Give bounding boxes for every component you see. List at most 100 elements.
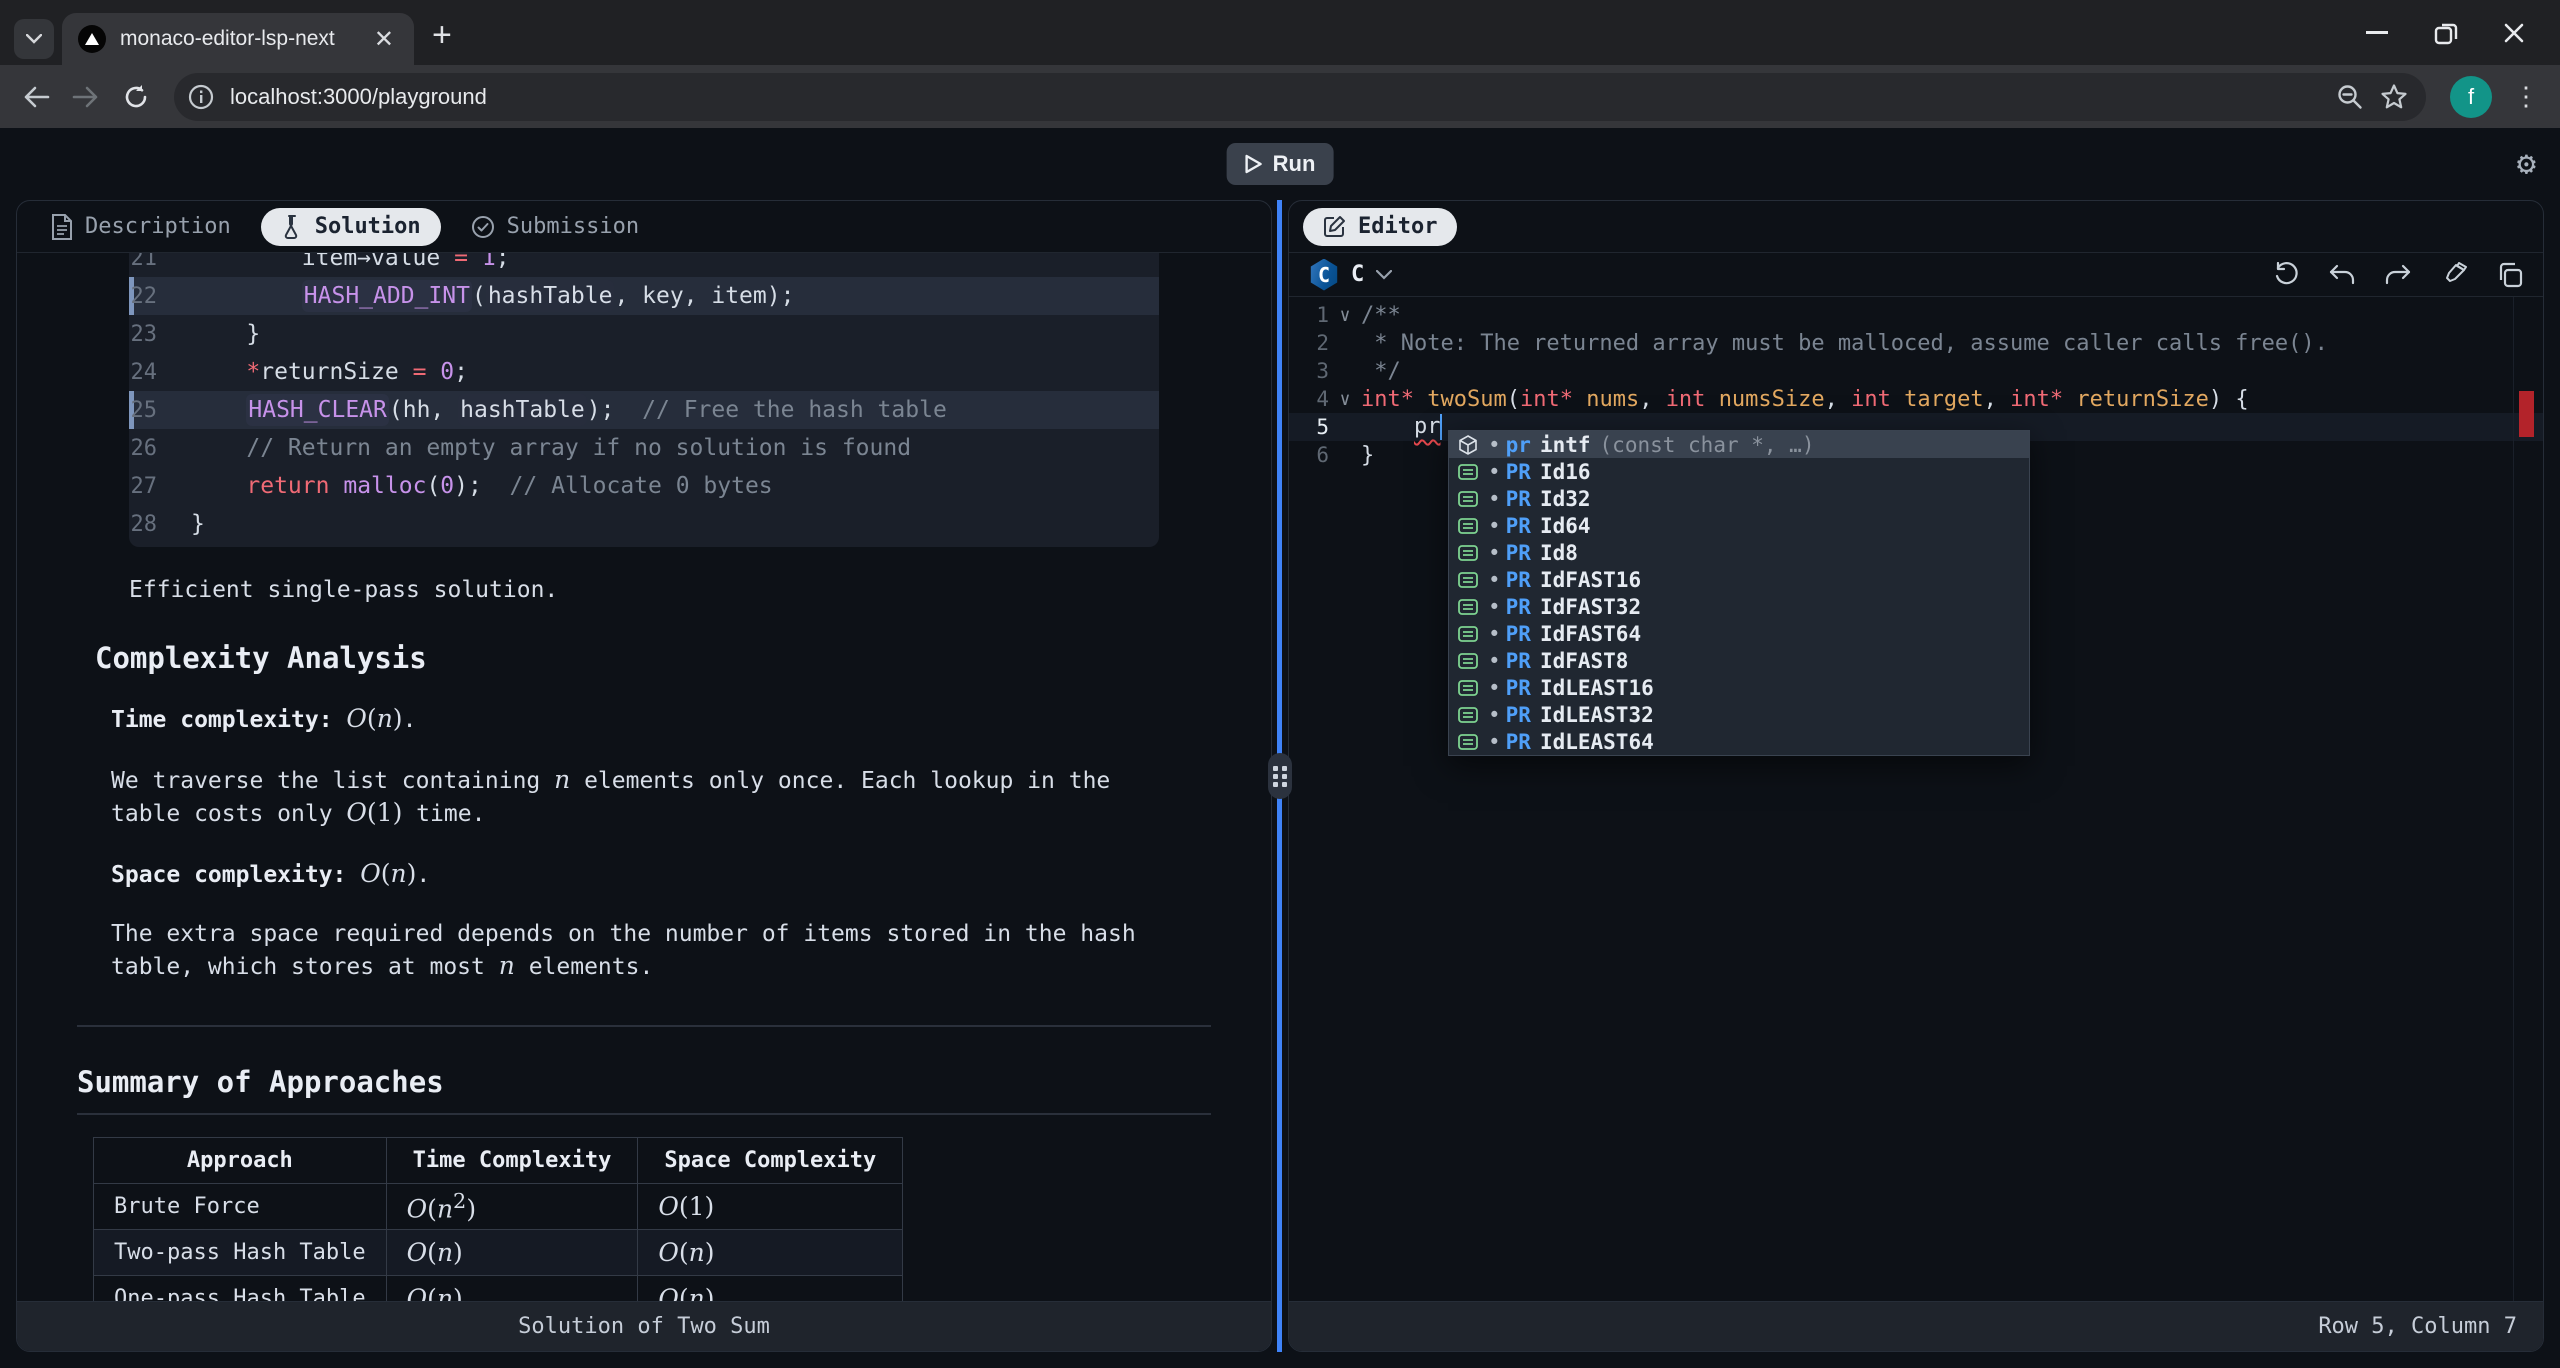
tab-editor[interactable]: Editor [1303,208,1457,246]
complexity-heading: Complexity Analysis [95,641,1211,675]
solution-content[interactable]: 21 item→value = 1;22 HASH_ADD_INT(hashTa… [17,253,1271,1301]
suggestion-item[interactable]: •PRIdLEAST64 [1449,728,2029,755]
tab-close-icon[interactable]: ✕ [370,25,398,54]
code-line: 23 } [129,315,1159,353]
restore-icon[interactable] [2434,21,2458,45]
forward-icon[interactable] [64,75,108,119]
fold-chevron-icon[interactable]: ∨ [1329,389,1361,410]
suggestion-item[interactable]: •PRIdLEAST16 [1449,674,2029,701]
tab-submission[interactable]: Submission [451,208,659,246]
tab-search-button[interactable] [14,19,54,59]
code-line: 21 item→value = 1; [129,253,1159,277]
editor-toolbar-row: C C [1289,253,2543,297]
tab-label: Editor [1358,214,1437,239]
constant-icon [1457,569,1479,591]
code-line: 24 *returnSize = 0; [129,353,1159,391]
chevron-down-icon[interactable] [1376,270,1392,280]
table-row: Brute ForceO(n2)O(1) [94,1184,903,1230]
constant-icon [1457,596,1479,618]
document-icon [51,214,73,240]
reload-icon[interactable] [114,75,158,119]
solution-code-block: 21 item→value = 1;22 HASH_ADD_INT(hashTa… [129,253,1159,547]
time-complexity-para: We traverse the list containing n elemen… [111,764,1177,830]
undo-icon[interactable] [2329,264,2355,286]
menu-kebab-icon[interactable]: ⋮ [2506,77,2546,117]
tab-label: Description [85,214,231,239]
bookmark-star-icon[interactable] [2372,75,2416,119]
url-text: localhost:3000/playground [230,84,2328,110]
url-bar[interactable]: localhost:3000/playground [174,73,2426,121]
fold-chevron-icon[interactable]: ∨ [1329,305,1361,326]
suggestion-item[interactable]: •PRId64 [1449,512,2029,539]
panel-resizer[interactable] [1272,200,1288,1352]
redo-icon[interactable] [2385,264,2411,286]
solution-title: Solution of Two Sum [518,1314,770,1339]
space-complexity-line: Space complexity: O(n). [111,858,1177,891]
time-complexity-line: Time complexity: O(n). [111,703,1177,736]
browser-tab[interactable]: monaco-editor-lsp-next ✕ [62,13,414,65]
code-line: 28} [129,505,1159,543]
new-tab-icon[interactable]: + [432,16,452,55]
editor-line[interactable]: 3 */ [1289,357,2543,385]
reset-icon[interactable] [2273,262,2299,288]
browser-titlebar: monaco-editor-lsp-next ✕ + [0,0,2560,65]
suggestion-item[interactable]: •PRId16 [1449,458,2029,485]
edit-icon [1323,215,1346,238]
suggestion-item[interactable]: •printf(const char *, …) [1449,431,2029,458]
constant-icon [1457,731,1479,753]
resizer-grip-icon[interactable] [1268,753,1292,799]
suggestion-item[interactable]: •PRIdFAST64 [1449,620,2029,647]
editor-statusbar: Row 5, Column 7 [1289,1301,2543,1351]
editor-line[interactable]: 2 * Note: The returned array must be mal… [1289,329,2543,357]
tab-label: Solution [315,214,421,239]
constant-icon [1457,542,1479,564]
site-info-icon[interactable] [182,78,220,116]
constant-icon [1457,677,1479,699]
constant-icon [1457,488,1479,510]
code-line: 25 HASH_CLEAR(hh, hashTable); // Free th… [129,391,1159,429]
minimize-icon[interactable] [2366,31,2388,35]
editor-line[interactable]: 1∨/** [1289,301,2543,329]
approaches-table: ApproachTime ComplexitySpace ComplexityB… [93,1137,903,1301]
close-icon[interactable] [2504,23,2524,43]
gear-icon[interactable]: ⚙ [2517,144,2536,182]
autocomplete-popup: •printf(const char *, …)•PRId16•PRId32•P… [1448,430,2030,756]
editor-panel: Editor C C 1∨/**2 * Note: The returned a… [1288,200,2544,1352]
suggestion-item[interactable]: •PRIdFAST8 [1449,647,2029,674]
favicon-triangle-icon [78,25,106,53]
constant-icon [1457,623,1479,645]
code-line: 26 // Return an empty array if no soluti… [129,429,1159,467]
zoom-out-icon[interactable] [2328,75,2372,119]
suggestion-item[interactable]: •PRId32 [1449,485,2029,512]
space-complexity-para: The extra space required depends on the … [111,919,1177,983]
play-icon [1245,154,1263,174]
table-row: Two-pass Hash TableO(n)O(n) [94,1230,903,1276]
suggestion-item[interactable]: •PRIdLEAST32 [1449,701,2029,728]
browser-toolbar: localhost:3000/playground f ⋮ [0,65,2560,128]
back-icon[interactable] [14,75,58,119]
editor-line[interactable]: 4∨int* twoSum(int* nums, int numsSize, i… [1289,385,2543,413]
tab-title: monaco-editor-lsp-next [120,27,356,51]
suggestion-item[interactable]: •PRIdFAST32 [1449,593,2029,620]
run-button[interactable]: Run [1227,143,1334,185]
code-editor[interactable]: 1∨/**2 * Note: The returned array must b… [1289,297,2543,1301]
language-name: C [1351,262,1364,287]
copy-icon[interactable] [2497,262,2523,288]
format-brush-icon[interactable] [2441,262,2467,288]
suggestion-item[interactable]: •PRId8 [1449,539,2029,566]
table-row: One-pass Hash TableO(n)O(n) [94,1276,903,1302]
playground-page: Run ⚙ Description Solution Submission [0,128,2560,1368]
flask-icon [281,214,303,240]
profile-avatar[interactable]: f [2450,76,2492,118]
divider-rule [77,1025,1211,1027]
tab-description[interactable]: Description [31,208,251,246]
constant-icon [1457,515,1479,537]
constant-icon [1457,704,1479,726]
suggestion-item[interactable]: •PRIdFAST16 [1449,566,2029,593]
tab-solution[interactable]: Solution [261,208,441,246]
summary-heading: Summary of Approaches [77,1065,1211,1099]
text-cursor [1440,414,1442,440]
error-marker [2519,391,2534,437]
tab-label: Submission [507,214,639,239]
solution-panel: Description Solution Submission 21 item→… [16,200,1272,1352]
